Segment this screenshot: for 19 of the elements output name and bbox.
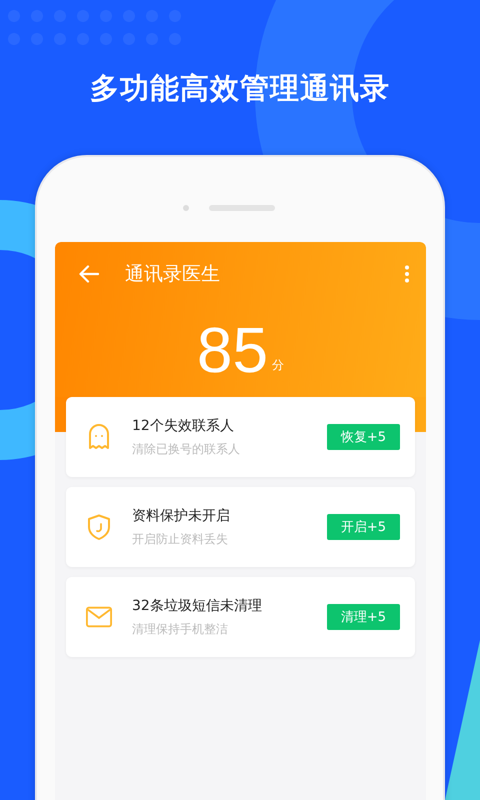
health-score: 85 (196, 318, 268, 382)
ghost-icon (88, 424, 110, 450)
score-unit: 分 (272, 357, 284, 374)
camera-dot (183, 205, 189, 211)
fix-button[interactable]: 恢复+5 (327, 424, 400, 450)
issue-title: 12个失效联系人 (132, 416, 235, 434)
back-arrow-icon[interactable] (79, 265, 99, 283)
more-menu-icon[interactable] (404, 265, 410, 283)
envelope-icon (86, 606, 112, 628)
issue-description: 清除已换号的联系人 (132, 440, 241, 458)
issue-title: 32条垃圾短信未清理 (132, 596, 263, 614)
issue-description: 清理保持手机整洁 (132, 620, 229, 638)
fix-button[interactable]: 清理+5 (327, 604, 400, 630)
screen-title: 通讯录医生 (125, 262, 221, 287)
headline: 多功能高效管理通讯录 (90, 70, 390, 107)
issue-title: 资料保护未开启 (132, 506, 231, 524)
fix-button[interactable]: 开启+5 (327, 514, 400, 540)
shield-icon (87, 514, 111, 540)
issue-description: 开启防止资料丢失 (132, 530, 229, 548)
